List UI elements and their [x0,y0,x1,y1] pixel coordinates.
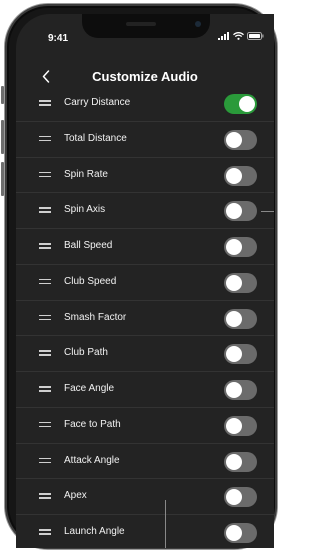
toggle-switch[interactable] [224,523,257,543]
drag-handle-icon[interactable] [39,493,51,499]
toggle-knob [226,489,242,506]
toggle-knob [226,131,242,148]
toggle-knob [239,96,255,112]
toggle-switch[interactable] [224,237,257,257]
setting-label: Smash Factor [64,311,127,323]
toggle-switch[interactable] [224,344,257,365]
toggle-knob [226,310,242,327]
toggle-knob [226,239,242,255]
toggle-knob [226,525,242,541]
list-item: Carry Distance [16,86,274,122]
drag-handle-icon[interactable] [39,457,51,464]
drag-handle-icon[interactable] [39,243,51,249]
list-item: Face Angle [16,372,274,408]
notch [82,14,210,38]
list-item: Club Speed [16,265,274,301]
signal-icon [218,32,229,40]
list-item: Launch Angle [16,515,274,548]
setting-label: Apex [64,490,87,502]
toggle-switch[interactable] [224,165,257,186]
toggle-knob [226,417,242,434]
setting-label: Face Angle [64,383,115,394]
toggle-switch[interactable] [224,415,257,436]
toggle-knob [226,274,242,291]
drag-handle-icon[interactable] [39,135,51,142]
mute-switch [1,86,4,104]
drag-handle-icon[interactable] [39,350,51,356]
battery-icon [247,32,264,40]
setting-label: Spin Rate [64,168,108,180]
drag-handle-icon[interactable] [39,207,51,213]
app-screen: 9:41 Customize Audio Carry Distance Total… [16,14,274,548]
page-title: Customize Audio [92,69,198,84]
toggle-switch[interactable] [224,451,257,472]
list-item: Spin Axis [16,193,274,229]
toggle-switch[interactable] [224,308,257,329]
drag-handle-icon[interactable] [39,278,51,285]
list-item: Total Distance [16,122,274,158]
drag-handle-icon[interactable] [39,314,51,321]
callout-line-right [261,211,274,212]
settings-list: Carry Distance Total Distance Spin Rate Spi… [16,86,274,548]
list-item: Attack Angle [16,444,274,480]
setting-label: Face to Path [64,418,121,430]
speaker-grille [126,22,156,26]
toggle-switch[interactable] [224,380,257,400]
setting-label: Carry Distance [64,97,131,108]
setting-label: Spin Axis [64,204,106,216]
drag-handle-icon[interactable] [39,100,51,106]
toggle-knob [226,382,242,398]
setting-label: Total Distance [64,132,127,144]
setting-label: Ball Speed [64,240,113,251]
callout-line-bottom [165,500,166,548]
toggle-knob [226,346,242,363]
setting-label: Attack Angle [64,454,120,466]
toggle-switch[interactable] [224,129,257,150]
status-time: 9:41 [48,33,69,44]
drag-handle-icon[interactable] [39,529,51,535]
status-icons [218,32,264,40]
list-item: Ball Speed [16,229,274,265]
wifi-icon [233,32,244,40]
toggle-switch[interactable] [224,272,257,293]
front-camera [195,21,201,27]
list-item: Smash Factor [16,301,274,337]
toggle-switch[interactable] [224,201,257,222]
toggle-knob [226,203,242,220]
toggle-switch[interactable] [224,487,257,508]
list-item: Apex [16,479,274,515]
setting-label: Launch Angle [64,526,125,537]
drag-handle-icon[interactable] [39,171,51,178]
toggle-knob [226,453,242,470]
volume-up-button [1,120,4,154]
drag-handle-icon[interactable] [39,386,51,392]
setting-label: Club Path [64,347,108,359]
setting-label: Club Speed [64,275,117,287]
list-item: Face to Path [16,408,274,444]
toggle-knob [226,167,242,184]
list-item: Club Path [16,336,274,372]
drag-handle-icon[interactable] [39,421,51,428]
list-item: Spin Rate [16,158,274,194]
volume-down-button [1,162,4,196]
toggle-switch[interactable] [224,94,257,114]
